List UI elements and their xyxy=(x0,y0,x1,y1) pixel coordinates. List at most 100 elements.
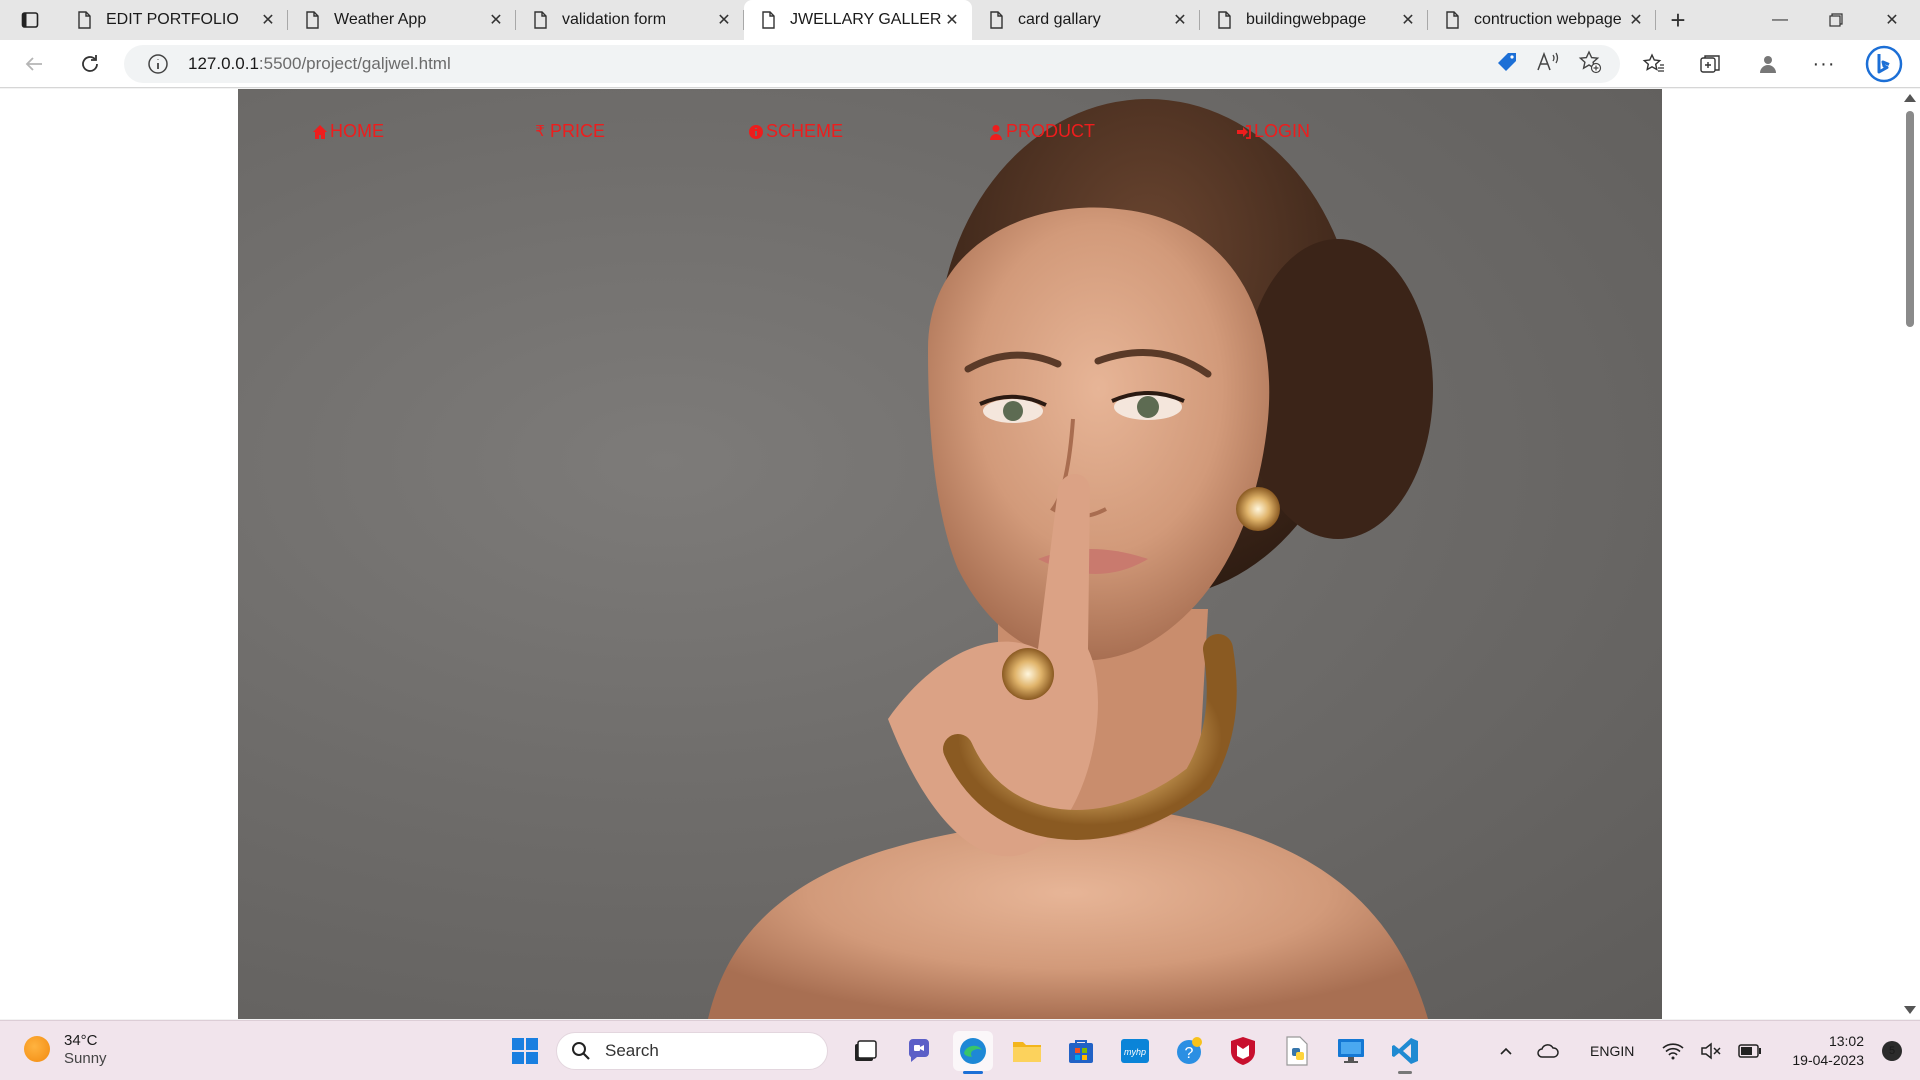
remote-desktop-button[interactable] xyxy=(1331,1031,1371,1071)
sun-icon xyxy=(24,1036,50,1062)
tab-title: card gallary xyxy=(1018,11,1101,28)
new-tab-button[interactable]: + xyxy=(1656,0,1700,40)
start-button[interactable] xyxy=(505,1031,545,1071)
minimize-button[interactable]: — xyxy=(1752,0,1808,40)
refresh-button[interactable] xyxy=(74,48,106,80)
region-code: IN xyxy=(1620,1043,1635,1059)
tab-title: JWELLARY GALLERY xyxy=(790,11,942,28)
main-nav: HOME ₹ PRICE SCHEME PRODUCT LOGIN xyxy=(238,121,1662,145)
favorites-button[interactable] xyxy=(1638,48,1670,80)
chat-icon xyxy=(909,1039,929,1062)
clock[interactable]: 13:02 19-04-2023 xyxy=(1792,1032,1864,1070)
folder-icon xyxy=(1013,1042,1041,1062)
hero-section: HOME ₹ PRICE SCHEME PRODUCT LOGIN xyxy=(238,89,1662,1019)
tab-validation-form[interactable]: validation form ✕ xyxy=(516,0,744,40)
back-button[interactable] xyxy=(18,48,50,80)
page-scrollbar[interactable] xyxy=(1900,89,1920,1019)
microsoft-store-button[interactable] xyxy=(1061,1031,1101,1071)
tab-jwellary-gallery[interactable]: JWELLARY GALLERY ✕ xyxy=(744,0,972,40)
close-tab-icon[interactable]: ✕ xyxy=(1170,10,1190,30)
battery-button[interactable] xyxy=(1738,1043,1762,1059)
taskbar-apps: Search myhp ? xyxy=(498,1031,1432,1074)
scroll-down-arrow-icon[interactable] xyxy=(1904,1006,1916,1014)
task-view-icon xyxy=(855,1040,877,1061)
windows-taskbar: 34°C Sunny Search myhp ? ENG IN 13:02 19… xyxy=(0,1020,1920,1080)
nav-login[interactable]: LOGIN xyxy=(1236,121,1310,142)
help-icon: ? xyxy=(1177,1037,1202,1064)
nav-product[interactable]: PRODUCT xyxy=(988,121,1095,142)
nav-home[interactable]: HOME xyxy=(312,121,384,142)
tab-title: EDIT PORTFOLIO xyxy=(106,11,239,28)
page-viewport: HOME ₹ PRICE SCHEME PRODUCT LOGIN xyxy=(0,89,1900,1019)
language-indicator[interactable]: ENG IN xyxy=(1590,1042,1634,1060)
nav-price[interactable]: ₹ PRICE xyxy=(532,121,605,142)
wifi-icon xyxy=(1662,1043,1684,1060)
settings-menu-button[interactable]: ··· xyxy=(1808,48,1840,80)
restore-button[interactable] xyxy=(1808,0,1864,40)
task-view-button[interactable] xyxy=(845,1031,885,1071)
nav-label: PRODUCT xyxy=(1006,121,1095,141)
close-tab-icon[interactable]: ✕ xyxy=(1626,10,1646,30)
add-favorite-icon[interactable] xyxy=(1578,50,1602,74)
tab-title: contruction webpage xyxy=(1474,11,1622,28)
python-app-button[interactable] xyxy=(1277,1031,1317,1071)
volume-button[interactable] xyxy=(1700,1042,1722,1060)
scrollbar-thumb[interactable] xyxy=(1906,111,1914,327)
onedrive-button[interactable] xyxy=(1536,1042,1560,1060)
site-info-icon[interactable] xyxy=(146,52,170,76)
show-hidden-icons-button[interactable] xyxy=(1498,1043,1514,1059)
search-label: Search xyxy=(605,1041,659,1060)
page-icon xyxy=(78,11,91,29)
close-tab-icon[interactable]: ✕ xyxy=(1398,10,1418,30)
browser-toolbar: 127.0.0.1:5500/project/galjwel.html ··· xyxy=(0,40,1920,88)
edge-icon xyxy=(960,1038,986,1064)
tab-weather-app[interactable]: Weather App ✕ xyxy=(288,0,516,40)
url-path: :5500/project/galjwel.html xyxy=(258,54,451,73)
weather-widget[interactable]: 34°C Sunny xyxy=(24,1031,107,1067)
clock-date: 19-04-2023 xyxy=(1792,1052,1864,1068)
tab-edit-portfolio[interactable]: EDIT PORTFOLIO ✕ xyxy=(60,0,288,40)
tab-card-gallary[interactable]: card gallary ✕ xyxy=(972,0,1200,40)
address-bar[interactable]: 127.0.0.1:5500/project/galjwel.html xyxy=(124,45,1620,83)
tab-actions-button[interactable] xyxy=(0,0,60,40)
nav-scheme[interactable]: SCHEME xyxy=(748,121,843,142)
refresh-icon xyxy=(82,55,98,72)
url-text[interactable]: 127.0.0.1:5500/project/galjwel.html xyxy=(188,54,451,74)
myhp-button[interactable]: myhp xyxy=(1115,1031,1155,1071)
vscode-button[interactable] xyxy=(1385,1031,1425,1074)
collections-button[interactable] xyxy=(1694,48,1726,80)
tab-buildingwebpage[interactable]: buildingwebpage ✕ xyxy=(1200,0,1428,40)
taskbar-search[interactable]: Search xyxy=(556,1032,828,1070)
battery-icon xyxy=(1738,1044,1762,1058)
profile-button[interactable] xyxy=(1752,48,1784,80)
browser-tab-strip: EDIT PORTFOLIO ✕ Weather App ✕ validatio… xyxy=(0,0,1920,40)
mcafee-button[interactable] xyxy=(1223,1031,1263,1071)
favorites-icon xyxy=(1642,53,1664,72)
tab-contruction-webpage[interactable]: contruction webpage ✕ xyxy=(1428,0,1656,40)
vscode-icon xyxy=(1392,1038,1418,1064)
edge-taskbar-button[interactable] xyxy=(953,1031,993,1074)
close-window-button[interactable]: ✕ xyxy=(1864,0,1920,40)
nav-label: HOME xyxy=(330,121,384,141)
login-icon xyxy=(1237,124,1251,139)
notification-badge[interactable]: 5 xyxy=(1882,1041,1902,1061)
volume-muted-icon xyxy=(1701,1042,1721,1060)
file-explorer-button[interactable] xyxy=(1007,1031,1047,1071)
close-tab-icon[interactable]: ✕ xyxy=(258,10,278,30)
network-button[interactable] xyxy=(1662,1042,1684,1060)
plus-icon: + xyxy=(1670,4,1686,35)
bing-chat-button[interactable] xyxy=(1864,44,1904,84)
teams-chat-button[interactable] xyxy=(899,1031,939,1071)
clock-time: 13:02 xyxy=(1828,1033,1864,1049)
read-aloud-icon[interactable] xyxy=(1536,51,1560,73)
close-tab-icon[interactable]: ✕ xyxy=(486,10,506,30)
scroll-up-arrow-icon[interactable] xyxy=(1904,94,1916,102)
user-icon xyxy=(990,124,1002,140)
close-tab-icon[interactable]: ✕ xyxy=(714,10,734,30)
page-icon xyxy=(1446,11,1459,29)
get-help-button[interactable]: ? xyxy=(1169,1031,1209,1071)
shopping-tag-icon[interactable] xyxy=(1496,51,1518,73)
close-tab-icon[interactable]: ✕ xyxy=(942,10,962,30)
collections-icon xyxy=(1700,55,1720,73)
chevron-up-icon xyxy=(1500,1047,1512,1055)
